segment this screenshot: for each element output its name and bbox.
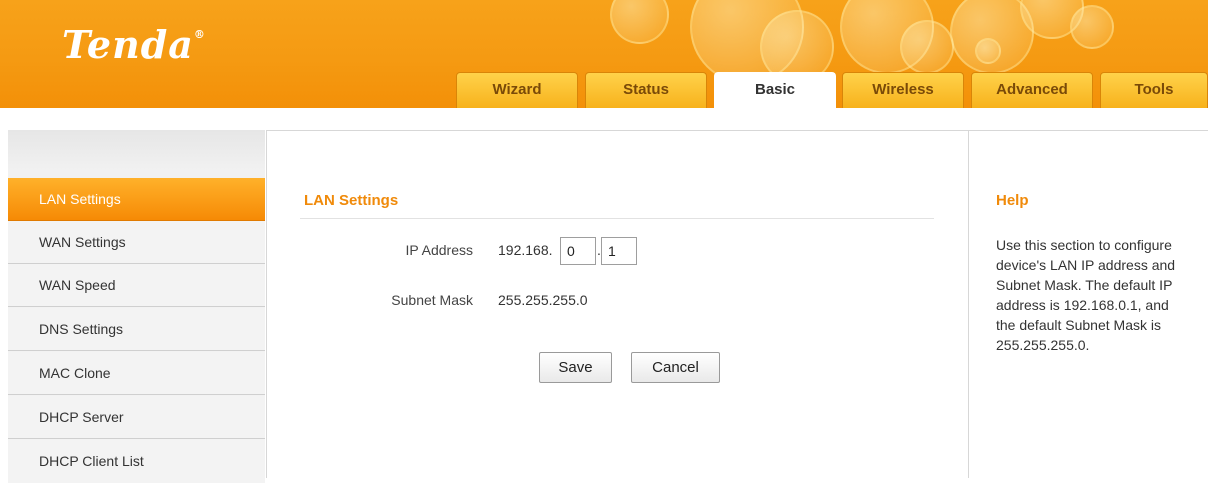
sidebar-item-wan-speed[interactable]: WAN Speed bbox=[8, 264, 265, 307]
content-top-divider bbox=[267, 130, 1208, 131]
subnet-mask-label: Subnet Mask bbox=[391, 292, 473, 308]
tab-wireless[interactable]: Wireless bbox=[842, 72, 964, 108]
sidebar: LAN Settings WAN Settings WAN Speed DNS … bbox=[8, 130, 265, 483]
main-tabs: Wizard Status Basic Wireless Advanced To… bbox=[0, 72, 1208, 108]
sidebar-item-dns-settings[interactable]: DNS Settings bbox=[8, 308, 265, 351]
ip-third-octet-input[interactable] bbox=[560, 237, 596, 265]
help-divider bbox=[968, 130, 969, 478]
title-divider bbox=[300, 218, 934, 219]
tab-basic[interactable]: Basic bbox=[714, 72, 836, 108]
sidebar-item-dhcp-client-list[interactable]: DHCP Client List bbox=[8, 440, 265, 483]
header-banner: Tenda® Wizard Status Basic Wireless Adva… bbox=[0, 0, 1208, 108]
sidebar-item-lan-settings[interactable]: LAN Settings bbox=[8, 178, 265, 221]
sidebar-item-mac-clone[interactable]: MAC Clone bbox=[8, 352, 265, 395]
tab-advanced[interactable]: Advanced bbox=[971, 72, 1093, 108]
cancel-button[interactable]: Cancel bbox=[631, 352, 720, 383]
tab-tools[interactable]: Tools bbox=[1100, 72, 1208, 108]
sidebar-divider bbox=[266, 130, 267, 478]
sub-bar bbox=[0, 108, 1208, 130]
sidebar-item-dhcp-server[interactable]: DHCP Server bbox=[8, 396, 265, 439]
registered-mark: ® bbox=[193, 28, 206, 42]
ip-fourth-octet-input[interactable] bbox=[601, 237, 637, 265]
save-button[interactable]: Save bbox=[539, 352, 612, 383]
ip-address-label: IP Address bbox=[405, 242, 473, 258]
tab-wizard[interactable]: Wizard bbox=[456, 72, 578, 108]
subnet-mask-value: 255.255.255.0 bbox=[498, 292, 588, 308]
ip-prefix-text: 192.168. bbox=[498, 242, 553, 258]
logo-text: Tenda bbox=[62, 22, 194, 67]
tenda-logo: Tenda® bbox=[62, 22, 206, 67]
tab-status[interactable]: Status bbox=[585, 72, 707, 108]
help-text: Use this section to configure device's L… bbox=[996, 237, 1176, 353]
page-title: LAN Settings bbox=[304, 192, 399, 209]
sidebar-item-wan-settings[interactable]: WAN Settings bbox=[8, 221, 265, 264]
help-title: Help bbox=[996, 192, 1029, 209]
